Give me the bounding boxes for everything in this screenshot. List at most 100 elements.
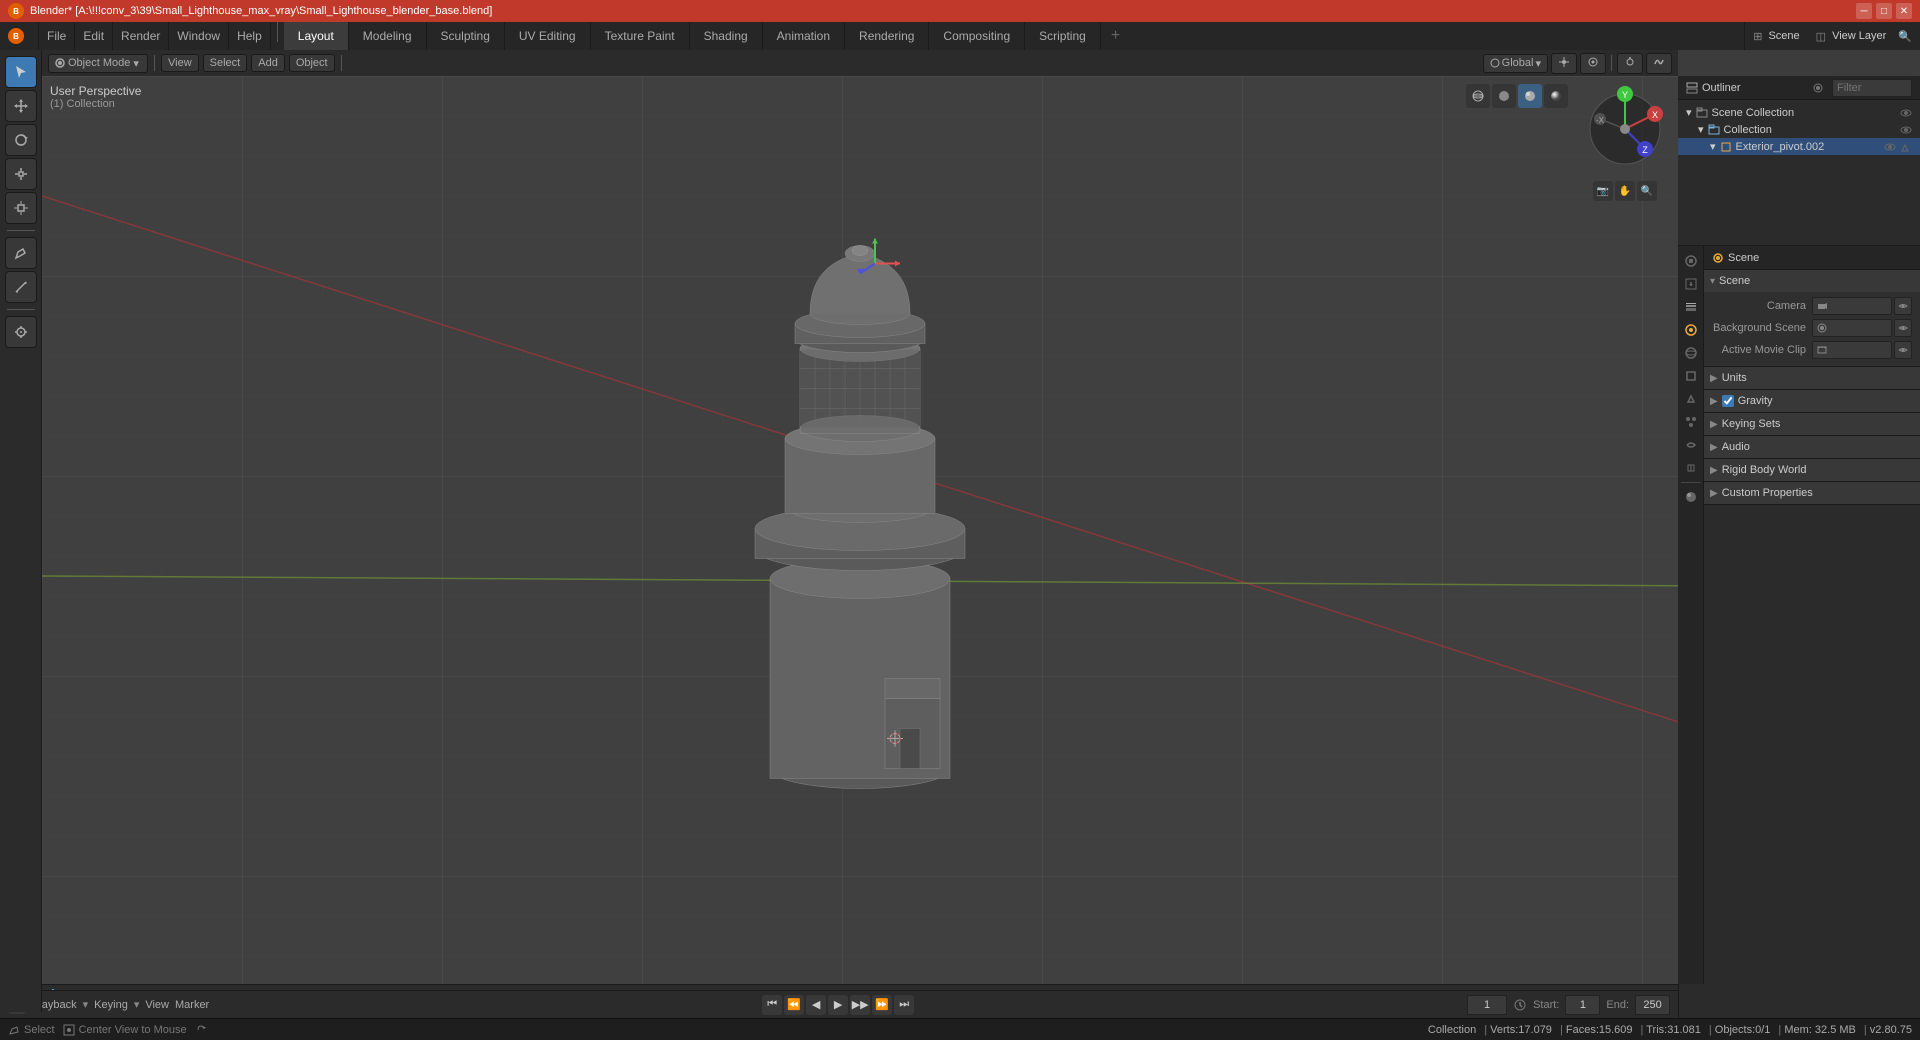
outliner-filter-icon[interactable] bbox=[1812, 82, 1824, 94]
tab-rendering[interactable]: Rendering bbox=[845, 22, 929, 50]
rigid-body-header[interactable]: ▶ Rigid Body World bbox=[1704, 459, 1920, 481]
keying-menu[interactable]: Keying bbox=[94, 999, 128, 1011]
add-workspace-button[interactable]: + bbox=[1101, 22, 1130, 50]
collection-visibility-icon[interactable] bbox=[1900, 124, 1912, 136]
proportional-editing[interactable] bbox=[1580, 53, 1606, 74]
proportional-snap[interactable] bbox=[1646, 53, 1672, 74]
tab-compositing[interactable]: Compositing bbox=[929, 22, 1025, 50]
nav-fly-btn[interactable]: ✋ bbox=[1615, 181, 1635, 201]
movie-clip-eye-icon[interactable] bbox=[1894, 341, 1912, 359]
marker-menu[interactable]: Marker bbox=[175, 999, 209, 1011]
menu-help-text[interactable]: Help bbox=[229, 22, 271, 50]
tool-select[interactable] bbox=[5, 56, 37, 88]
background-scene-eye-icon[interactable] bbox=[1894, 319, 1912, 337]
units-section-header[interactable]: ▶ Units bbox=[1704, 367, 1920, 389]
prop-tab-view-layer[interactable] bbox=[1680, 296, 1702, 318]
sep1 bbox=[154, 55, 155, 71]
reset-footer bbox=[195, 1024, 207, 1036]
transform-orientation[interactable]: Global ▾ bbox=[1483, 54, 1548, 73]
shading-solid[interactable] bbox=[1492, 84, 1516, 108]
tab-shading[interactable]: Shading bbox=[690, 22, 763, 50]
shading-rendered[interactable] bbox=[1544, 84, 1568, 108]
tab-animation[interactable]: Animation bbox=[763, 22, 845, 50]
start-frame-input[interactable]: 1 bbox=[1565, 995, 1600, 1015]
object-select-icon[interactable] bbox=[1900, 141, 1912, 153]
shading-material[interactable] bbox=[1518, 84, 1542, 108]
prop-tab-render[interactable] bbox=[1680, 250, 1702, 272]
outliner-object-item[interactable]: ▾ Exterior_pivot.002 bbox=[1678, 138, 1920, 155]
nav-buttons: 📷 ✋ 🔍 bbox=[1580, 181, 1670, 201]
menu-window-text[interactable]: Window bbox=[169, 22, 229, 50]
keying-sets-header[interactable]: ▶ Keying Sets bbox=[1704, 413, 1920, 435]
minimize-button[interactable]: ─ bbox=[1856, 3, 1872, 19]
tab-uv-editing[interactable]: UV Editing bbox=[505, 22, 591, 50]
tab-scripting[interactable]: Scripting bbox=[1025, 22, 1101, 50]
camera-eye-icon[interactable] bbox=[1894, 297, 1912, 315]
tab-texture-paint[interactable]: Texture Paint bbox=[591, 22, 690, 50]
step-backward-btn[interactable]: ◀ bbox=[806, 995, 826, 1015]
viewport-3d[interactable]: User Perspective (1) Collection bbox=[42, 76, 1678, 984]
close-button[interactable]: ✕ bbox=[1896, 3, 1912, 19]
jump-backward-btn[interactable]: ⏪ bbox=[784, 995, 804, 1015]
gravity-checkbox[interactable] bbox=[1722, 395, 1734, 407]
prop-tab-constraints[interactable] bbox=[1680, 457, 1702, 479]
prop-tab-physics[interactable] bbox=[1680, 434, 1702, 456]
scene-section-header[interactable]: ▾ Scene bbox=[1704, 270, 1920, 292]
step-forward-btn[interactable]: ▶▶ bbox=[850, 995, 870, 1015]
tab-modeling[interactable]: Modeling bbox=[349, 22, 427, 50]
tool-add-cursor[interactable] bbox=[5, 316, 37, 348]
mem-info: | Mem: 32.5 MB bbox=[1778, 1024, 1855, 1036]
background-scene-value[interactable] bbox=[1812, 319, 1892, 337]
audio-section-header[interactable]: ▶ Audio bbox=[1704, 436, 1920, 458]
jump-to-start-btn[interactable]: ⏮ bbox=[762, 995, 782, 1015]
tool-transform[interactable] bbox=[5, 192, 37, 224]
active-movie-clip-value[interactable] bbox=[1812, 341, 1892, 359]
end-frame-input[interactable]: 250 bbox=[1635, 995, 1670, 1015]
viewport-add-menu[interactable]: Add bbox=[251, 54, 285, 72]
maximize-button[interactable]: □ bbox=[1876, 3, 1892, 19]
menu-render-text[interactable]: Render bbox=[113, 22, 169, 50]
prop-tab-particles[interactable] bbox=[1680, 411, 1702, 433]
outliner-search-input[interactable] bbox=[1832, 79, 1912, 97]
view-menu[interactable]: View bbox=[145, 999, 169, 1011]
tool-rotate[interactable] bbox=[5, 124, 37, 156]
prop-tab-scene[interactable] bbox=[1680, 319, 1702, 341]
object-visibility-icon[interactable] bbox=[1884, 141, 1896, 153]
menu-file[interactable]: B bbox=[0, 22, 39, 50]
audio-section: ▶ Audio bbox=[1704, 436, 1920, 459]
prop-tab-object[interactable] bbox=[1680, 365, 1702, 387]
tool-scale[interactable] bbox=[5, 158, 37, 190]
timeline-controls-bar: Playback ▾ Keying ▾ View Marker ⏮ ⏪ ◀ ▶ … bbox=[0, 990, 1678, 1018]
viewport-view-menu[interactable]: View bbox=[161, 54, 199, 72]
viewport-select-menu[interactable]: Select bbox=[203, 54, 248, 72]
outliner-scene-collection[interactable]: ▾ Scene Collection bbox=[1678, 104, 1920, 121]
menu-edit-text[interactable]: Edit bbox=[75, 22, 113, 50]
tab-sculpting[interactable]: Sculpting bbox=[427, 22, 505, 50]
shading-wireframe[interactable] bbox=[1466, 84, 1490, 108]
nav-camera-btn[interactable]: 📷 bbox=[1593, 181, 1613, 201]
tool-annotate[interactable] bbox=[5, 237, 37, 269]
pivot-point-selector[interactable] bbox=[1551, 53, 1577, 74]
prop-tab-world[interactable] bbox=[1680, 342, 1702, 364]
custom-props-header[interactable]: ▶ Custom Properties bbox=[1704, 482, 1920, 504]
menu-file-text[interactable]: File bbox=[39, 22, 75, 50]
frame-current-input[interactable]: 1 bbox=[1467, 995, 1507, 1015]
prop-tab-material[interactable] bbox=[1680, 486, 1702, 508]
outliner-collection[interactable]: ▾ Collection bbox=[1678, 121, 1920, 138]
visibility-icon[interactable] bbox=[1900, 107, 1912, 119]
tool-measure[interactable] bbox=[5, 271, 37, 303]
tool-move[interactable] bbox=[5, 90, 37, 122]
prop-tab-output[interactable] bbox=[1680, 273, 1702, 295]
prop-tab-modifier[interactable] bbox=[1680, 388, 1702, 410]
tab-layout[interactable]: Layout bbox=[284, 22, 349, 50]
viewport-object-menu[interactable]: Object bbox=[289, 54, 335, 72]
snap-toggle[interactable] bbox=[1617, 53, 1643, 74]
camera-value[interactable] bbox=[1812, 297, 1892, 315]
jump-to-end-btn[interactable]: ⏭ bbox=[894, 995, 914, 1015]
nav-zoom-btn[interactable]: 🔍 bbox=[1637, 181, 1657, 201]
object-mode-selector[interactable]: Object Mode ▾ bbox=[48, 54, 148, 73]
jump-forward-btn[interactable]: ⏩ bbox=[872, 995, 892, 1015]
navigation-gizmo[interactable]: X -X Y Z 📷 ✋ 🔍 bbox=[1580, 84, 1670, 201]
play-btn[interactable]: ▶ bbox=[828, 995, 848, 1015]
gravity-section-header[interactable]: ▶ Gravity bbox=[1704, 390, 1920, 412]
